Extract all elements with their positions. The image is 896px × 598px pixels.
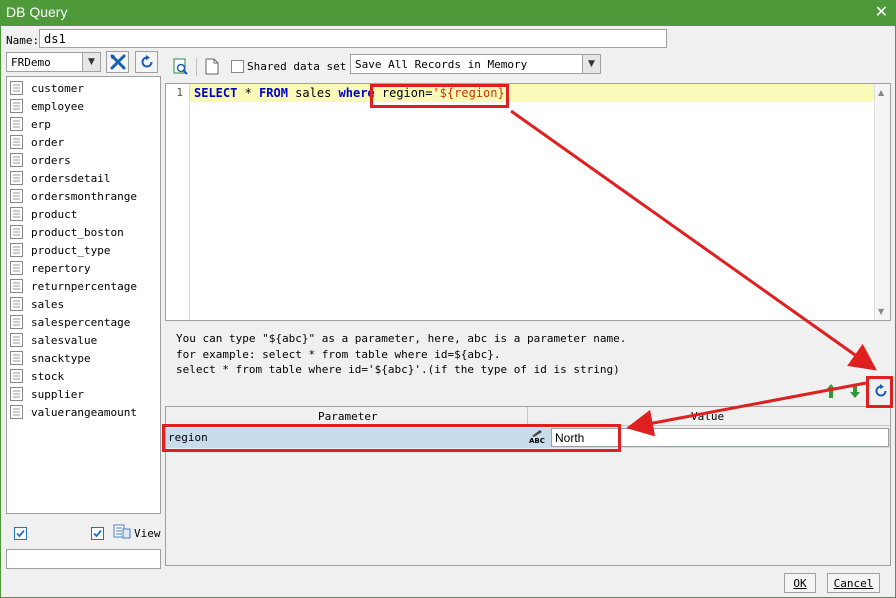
arrow-to-refresh: [510, 109, 877, 371]
arrow-to-parameter-row: [626, 381, 867, 437]
annotation-arrows: [510, 109, 877, 437]
